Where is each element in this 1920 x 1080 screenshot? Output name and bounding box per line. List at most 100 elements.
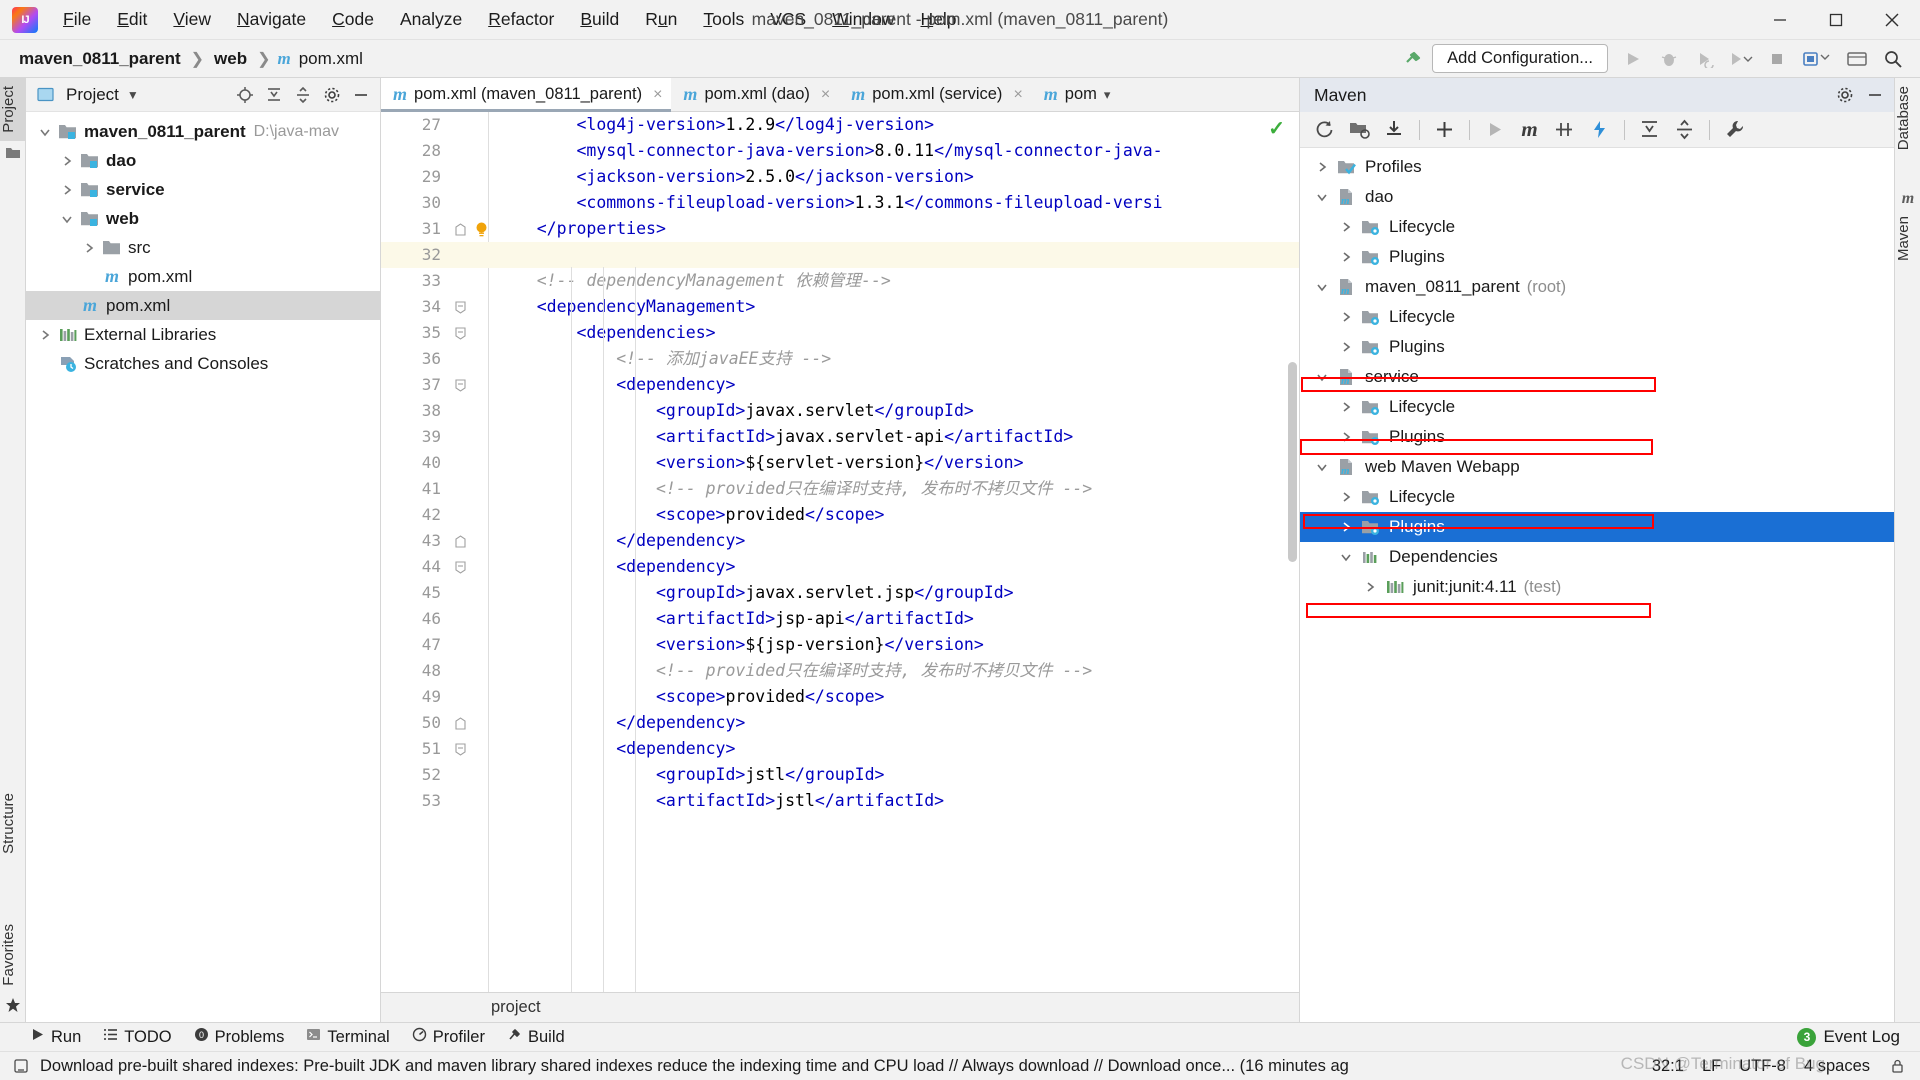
bottom-tab-run[interactable]: Run: [30, 1027, 81, 1047]
maven-tree-item-plugins[interactable]: Plugins: [1300, 422, 1894, 452]
chevron-right-icon[interactable]: [1334, 341, 1358, 353]
menu-item-window[interactable]: Window: [819, 6, 907, 33]
maven-tree-item-lifecycle[interactable]: Lifecycle: [1300, 482, 1894, 512]
editor-breadcrumb[interactable]: project: [381, 992, 1299, 1022]
maven-tree-item-plugins[interactable]: Plugins: [1300, 332, 1894, 362]
hide-panel-icon[interactable]: [348, 82, 374, 108]
bottom-tab-problems[interactable]: 0 Problems: [194, 1027, 284, 1047]
chevron-right-icon[interactable]: [78, 242, 100, 254]
editor-tab-3[interactable]: m pom ▾: [1032, 78, 1120, 111]
bottom-tab-terminal[interactable]: Terminal: [306, 1027, 390, 1047]
search-everywhere-icon[interactable]: [1876, 44, 1910, 74]
project-tree-item-service[interactable]: service: [26, 175, 380, 204]
reload-all-projects-icon[interactable]: [1308, 115, 1341, 145]
sidebar-item-favorites[interactable]: Favorites: [0, 916, 26, 994]
expand-all-icon[interactable]: [261, 82, 287, 108]
indent-setting[interactable]: 4 spaces: [1804, 1057, 1870, 1076]
maven-tree-item-dao[interactable]: m dao: [1300, 182, 1894, 212]
line-separator[interactable]: LF: [1702, 1057, 1721, 1076]
add-configuration-button[interactable]: Add Configuration...: [1432, 44, 1608, 73]
chevron-down-icon[interactable]: [1310, 371, 1334, 383]
maven-tree-item-lifecycle[interactable]: Lifecycle: [1300, 392, 1894, 422]
read-only-lock-icon[interactable]: [1888, 1057, 1906, 1075]
editor-tab-1[interactable]: m pom.xml (dao) ×: [671, 78, 839, 111]
chevron-down-icon[interactable]: ▾: [1104, 87, 1111, 103]
code-fold-marker[interactable]: [449, 222, 471, 236]
editor-tab-0[interactable]: m pom.xml (maven_0811_parent) ×: [381, 78, 672, 112]
git-branch-icon[interactable]: [1796, 44, 1838, 74]
hide-panel-icon[interactable]: [1862, 82, 1888, 108]
chevron-right-icon[interactable]: [1334, 431, 1358, 443]
menu-item-file[interactable]: File: [50, 6, 104, 33]
bottom-tab-build[interactable]: Build: [507, 1027, 565, 1047]
code-editor[interactable]: ✓ 27 <log4j-version>1.2.9</log4j-version…: [381, 112, 1299, 1022]
chevron-right-icon[interactable]: [1358, 581, 1382, 593]
menu-item-navigate[interactable]: Navigate: [224, 6, 319, 33]
menu-item-code[interactable]: Code: [319, 6, 387, 33]
code-fold-marker[interactable]: [449, 378, 471, 392]
menu-item-refactor[interactable]: Refactor: [475, 6, 567, 33]
chevron-right-icon[interactable]: [1334, 221, 1358, 233]
bottom-tab-todo[interactable]: TODO: [103, 1027, 172, 1047]
add-maven-project-icon[interactable]: [1428, 115, 1461, 145]
chevron-right-icon[interactable]: [1334, 491, 1358, 503]
debug-icon[interactable]: [1652, 44, 1686, 74]
chevron-right-icon[interactable]: [1334, 521, 1358, 533]
info-balloon-icon[interactable]: [12, 1057, 30, 1075]
locate-file-icon[interactable]: [232, 82, 258, 108]
code-fold-marker[interactable]: [449, 742, 471, 756]
chevron-right-icon[interactable]: [1334, 251, 1358, 263]
project-tree-item-pom-xml[interactable]: m pom.xml: [26, 291, 380, 320]
chevron-down-icon[interactable]: [56, 213, 78, 225]
code-fold-marker[interactable]: [449, 534, 471, 548]
project-tree-item-external-libraries[interactable]: External Libraries: [26, 320, 380, 349]
status-message[interactable]: Download pre-built shared indexes: Pre-b…: [40, 1057, 1349, 1076]
maximize-button[interactable]: [1808, 1, 1864, 39]
chevron-right-icon[interactable]: [1310, 161, 1334, 173]
minimize-button[interactable]: [1752, 1, 1808, 39]
file-encoding[interactable]: UTF-8: [1739, 1057, 1786, 1076]
bottom-tab-profiler[interactable]: Profiler: [412, 1027, 485, 1047]
chevron-down-icon[interactable]: [1310, 461, 1334, 473]
chevron-down-icon[interactable]: [34, 126, 56, 138]
generate-sources-icon[interactable]: [1343, 115, 1376, 145]
profiler-dropdown-icon[interactable]: [1724, 44, 1758, 74]
sidebar-item-structure[interactable]: Structure: [0, 785, 26, 862]
code-fold-marker[interactable]: [449, 716, 471, 730]
chevron-right-icon[interactable]: [56, 184, 78, 196]
menu-item-tools[interactable]: Tools: [690, 6, 757, 33]
sidebar-item-maven[interactable]: Maven: [1895, 208, 1920, 269]
collapse-all-icon[interactable]: [1668, 115, 1701, 145]
close-icon[interactable]: ×: [821, 86, 830, 104]
chevron-down-icon[interactable]: [1334, 551, 1358, 563]
project-tool-icon[interactable]: [0, 140, 26, 166]
project-tree-item-maven-0811-parent[interactable]: maven_0811_parent D:\java-mav: [26, 117, 380, 146]
collapse-all-icon[interactable]: [290, 82, 316, 108]
code-fold-marker[interactable]: [449, 300, 471, 314]
maven-tree-item-junit-junit-4-11[interactable]: junit:junit:4.11 (test): [1300, 572, 1894, 602]
stop-icon[interactable]: [1760, 44, 1794, 74]
maven-tree-item-web-maven-webapp[interactable]: m web Maven Webapp: [1300, 452, 1894, 482]
maven-tree-item-service[interactable]: m service: [1300, 362, 1894, 392]
maven-tree-item-plugins[interactable]: Plugins: [1300, 512, 1894, 542]
code-fold-marker[interactable]: [449, 560, 471, 574]
maven-tree-item-maven-0811-parent[interactable]: m maven_0811_parent (root): [1300, 272, 1894, 302]
maven-tree-item-lifecycle[interactable]: Lifecycle: [1300, 302, 1894, 332]
menu-item-help[interactable]: Help: [908, 6, 970, 33]
project-tree-item-scratches-and-consoles[interactable]: Scratches and Consoles: [26, 349, 380, 378]
expand-all-icon[interactable]: [1633, 115, 1666, 145]
maven-tree-item-lifecycle[interactable]: Lifecycle: [1300, 212, 1894, 242]
menu-item-analyze[interactable]: Analyze: [387, 6, 475, 33]
toggle-offline-icon[interactable]: [1583, 115, 1616, 145]
chevron-right-icon[interactable]: [1334, 311, 1358, 323]
chevron-right-icon[interactable]: [1334, 401, 1358, 413]
toggle-skip-tests-icon[interactable]: [1548, 115, 1581, 145]
ide-updates-icon[interactable]: [1840, 44, 1874, 74]
editor-tab-2[interactable]: m pom.xml (service) ×: [839, 78, 1032, 111]
project-tree-item-pom-xml[interactable]: m pom.xml: [26, 262, 380, 291]
maven-tree-item-dependencies[interactable]: Dependencies: [1300, 542, 1894, 572]
star-icon[interactable]: [0, 992, 26, 1018]
breadcrumb-file[interactable]: pom.xml: [296, 47, 366, 71]
close-icon[interactable]: ×: [653, 86, 662, 104]
menu-item-vcs[interactable]: VCS: [757, 6, 819, 33]
